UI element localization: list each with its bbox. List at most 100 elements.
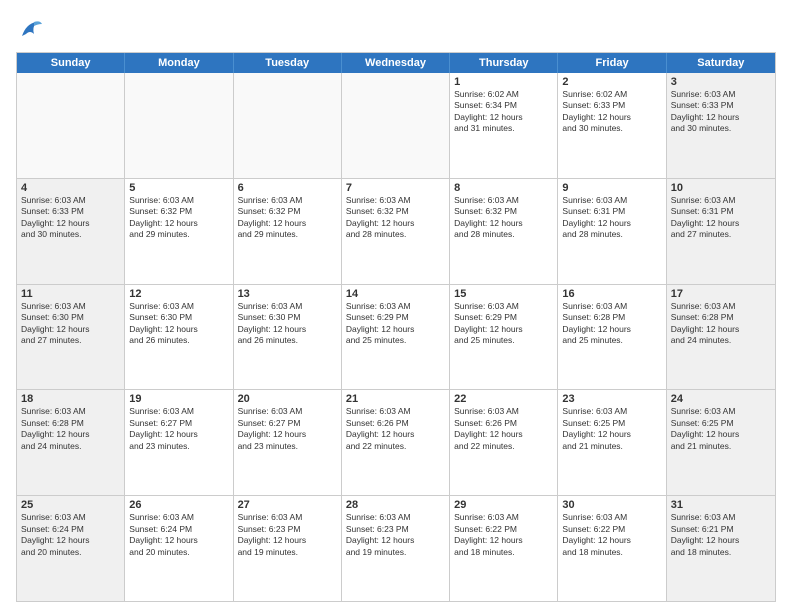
day-number: 22 bbox=[454, 393, 553, 405]
day-cell-16: 16Sunrise: 6:03 AM Sunset: 6:28 PM Dayli… bbox=[558, 285, 666, 390]
cell-info: Sunrise: 6:03 AM Sunset: 6:32 PM Dayligh… bbox=[129, 195, 228, 241]
day-cell-7: 7Sunrise: 6:03 AM Sunset: 6:32 PM Daylig… bbox=[342, 179, 450, 284]
day-number: 30 bbox=[562, 499, 661, 511]
cell-info: Sunrise: 6:03 AM Sunset: 6:26 PM Dayligh… bbox=[454, 406, 553, 452]
day-number: 24 bbox=[671, 393, 771, 405]
day-number: 31 bbox=[671, 499, 771, 511]
day-number: 5 bbox=[129, 182, 228, 194]
calendar-week-3: 11Sunrise: 6:03 AM Sunset: 6:30 PM Dayli… bbox=[17, 285, 775, 391]
day-number: 13 bbox=[238, 288, 337, 300]
header-day-thursday: Thursday bbox=[450, 53, 558, 73]
day-number: 4 bbox=[21, 182, 120, 194]
cell-info: Sunrise: 6:03 AM Sunset: 6:29 PM Dayligh… bbox=[346, 301, 445, 347]
day-cell-6: 6Sunrise: 6:03 AM Sunset: 6:32 PM Daylig… bbox=[234, 179, 342, 284]
empty-cell bbox=[125, 73, 233, 178]
empty-cell bbox=[342, 73, 450, 178]
header-day-tuesday: Tuesday bbox=[234, 53, 342, 73]
calendar: SundayMondayTuesdayWednesdayThursdayFrid… bbox=[16, 52, 776, 602]
day-number: 2 bbox=[562, 76, 661, 88]
cell-info: Sunrise: 6:03 AM Sunset: 6:21 PM Dayligh… bbox=[671, 512, 771, 558]
header-day-monday: Monday bbox=[125, 53, 233, 73]
cell-info: Sunrise: 6:03 AM Sunset: 6:30 PM Dayligh… bbox=[238, 301, 337, 347]
day-number: 8 bbox=[454, 182, 553, 194]
day-number: 1 bbox=[454, 76, 553, 88]
day-cell-21: 21Sunrise: 6:03 AM Sunset: 6:26 PM Dayli… bbox=[342, 390, 450, 495]
empty-cell bbox=[234, 73, 342, 178]
day-cell-3: 3Sunrise: 6:03 AM Sunset: 6:33 PM Daylig… bbox=[667, 73, 775, 178]
cell-info: Sunrise: 6:02 AM Sunset: 6:33 PM Dayligh… bbox=[562, 89, 661, 135]
cell-info: Sunrise: 6:03 AM Sunset: 6:32 PM Dayligh… bbox=[454, 195, 553, 241]
cell-info: Sunrise: 6:03 AM Sunset: 6:24 PM Dayligh… bbox=[21, 512, 120, 558]
cell-info: Sunrise: 6:03 AM Sunset: 6:23 PM Dayligh… bbox=[238, 512, 337, 558]
day-cell-13: 13Sunrise: 6:03 AM Sunset: 6:30 PM Dayli… bbox=[234, 285, 342, 390]
cell-info: Sunrise: 6:03 AM Sunset: 6:26 PM Dayligh… bbox=[346, 406, 445, 452]
day-number: 19 bbox=[129, 393, 228, 405]
day-cell-10: 10Sunrise: 6:03 AM Sunset: 6:31 PM Dayli… bbox=[667, 179, 775, 284]
day-number: 29 bbox=[454, 499, 553, 511]
header-day-sunday: Sunday bbox=[17, 53, 125, 73]
day-cell-25: 25Sunrise: 6:03 AM Sunset: 6:24 PM Dayli… bbox=[17, 496, 125, 601]
cell-info: Sunrise: 6:03 AM Sunset: 6:22 PM Dayligh… bbox=[454, 512, 553, 558]
cell-info: Sunrise: 6:03 AM Sunset: 6:32 PM Dayligh… bbox=[238, 195, 337, 241]
cell-info: Sunrise: 6:03 AM Sunset: 6:25 PM Dayligh… bbox=[671, 406, 771, 452]
cell-info: Sunrise: 6:03 AM Sunset: 6:30 PM Dayligh… bbox=[21, 301, 120, 347]
empty-cell bbox=[17, 73, 125, 178]
day-cell-9: 9Sunrise: 6:03 AM Sunset: 6:31 PM Daylig… bbox=[558, 179, 666, 284]
day-cell-14: 14Sunrise: 6:03 AM Sunset: 6:29 PM Dayli… bbox=[342, 285, 450, 390]
header-day-friday: Friday bbox=[558, 53, 666, 73]
cell-info: Sunrise: 6:03 AM Sunset: 6:28 PM Dayligh… bbox=[671, 301, 771, 347]
logo-icon bbox=[16, 16, 44, 44]
day-number: 17 bbox=[671, 288, 771, 300]
calendar-week-2: 4Sunrise: 6:03 AM Sunset: 6:33 PM Daylig… bbox=[17, 179, 775, 285]
day-cell-8: 8Sunrise: 6:03 AM Sunset: 6:32 PM Daylig… bbox=[450, 179, 558, 284]
cell-info: Sunrise: 6:03 AM Sunset: 6:23 PM Dayligh… bbox=[346, 512, 445, 558]
day-cell-31: 31Sunrise: 6:03 AM Sunset: 6:21 PM Dayli… bbox=[667, 496, 775, 601]
cell-info: Sunrise: 6:03 AM Sunset: 6:31 PM Dayligh… bbox=[562, 195, 661, 241]
calendar-header-row: SundayMondayTuesdayWednesdayThursdayFrid… bbox=[17, 53, 775, 73]
day-cell-17: 17Sunrise: 6:03 AM Sunset: 6:28 PM Dayli… bbox=[667, 285, 775, 390]
day-cell-15: 15Sunrise: 6:03 AM Sunset: 6:29 PM Dayli… bbox=[450, 285, 558, 390]
day-number: 27 bbox=[238, 499, 337, 511]
day-cell-23: 23Sunrise: 6:03 AM Sunset: 6:25 PM Dayli… bbox=[558, 390, 666, 495]
calendar-week-4: 18Sunrise: 6:03 AM Sunset: 6:28 PM Dayli… bbox=[17, 390, 775, 496]
day-number: 26 bbox=[129, 499, 228, 511]
day-number: 16 bbox=[562, 288, 661, 300]
day-cell-27: 27Sunrise: 6:03 AM Sunset: 6:23 PM Dayli… bbox=[234, 496, 342, 601]
day-number: 20 bbox=[238, 393, 337, 405]
day-number: 12 bbox=[129, 288, 228, 300]
day-cell-28: 28Sunrise: 6:03 AM Sunset: 6:23 PM Dayli… bbox=[342, 496, 450, 601]
calendar-week-1: 1Sunrise: 6:02 AM Sunset: 6:34 PM Daylig… bbox=[17, 73, 775, 179]
cell-info: Sunrise: 6:03 AM Sunset: 6:30 PM Dayligh… bbox=[129, 301, 228, 347]
cell-info: Sunrise: 6:03 AM Sunset: 6:31 PM Dayligh… bbox=[671, 195, 771, 241]
day-number: 15 bbox=[454, 288, 553, 300]
page: SundayMondayTuesdayWednesdayThursdayFrid… bbox=[0, 0, 792, 612]
cell-info: Sunrise: 6:03 AM Sunset: 6:32 PM Dayligh… bbox=[346, 195, 445, 241]
day-number: 28 bbox=[346, 499, 445, 511]
day-cell-20: 20Sunrise: 6:03 AM Sunset: 6:27 PM Dayli… bbox=[234, 390, 342, 495]
cell-info: Sunrise: 6:03 AM Sunset: 6:22 PM Dayligh… bbox=[562, 512, 661, 558]
day-cell-12: 12Sunrise: 6:03 AM Sunset: 6:30 PM Dayli… bbox=[125, 285, 233, 390]
day-number: 23 bbox=[562, 393, 661, 405]
day-number: 14 bbox=[346, 288, 445, 300]
day-cell-29: 29Sunrise: 6:03 AM Sunset: 6:22 PM Dayli… bbox=[450, 496, 558, 601]
day-cell-11: 11Sunrise: 6:03 AM Sunset: 6:30 PM Dayli… bbox=[17, 285, 125, 390]
day-cell-19: 19Sunrise: 6:03 AM Sunset: 6:27 PM Dayli… bbox=[125, 390, 233, 495]
day-number: 3 bbox=[671, 76, 771, 88]
day-cell-18: 18Sunrise: 6:03 AM Sunset: 6:28 PM Dayli… bbox=[17, 390, 125, 495]
header-day-wednesday: Wednesday bbox=[342, 53, 450, 73]
cell-info: Sunrise: 6:03 AM Sunset: 6:33 PM Dayligh… bbox=[671, 89, 771, 135]
cell-info: Sunrise: 6:03 AM Sunset: 6:27 PM Dayligh… bbox=[238, 406, 337, 452]
day-cell-30: 30Sunrise: 6:03 AM Sunset: 6:22 PM Dayli… bbox=[558, 496, 666, 601]
cell-info: Sunrise: 6:03 AM Sunset: 6:25 PM Dayligh… bbox=[562, 406, 661, 452]
calendar-week-5: 25Sunrise: 6:03 AM Sunset: 6:24 PM Dayli… bbox=[17, 496, 775, 601]
cell-info: Sunrise: 6:03 AM Sunset: 6:29 PM Dayligh… bbox=[454, 301, 553, 347]
day-number: 10 bbox=[671, 182, 771, 194]
day-number: 25 bbox=[21, 499, 120, 511]
cell-info: Sunrise: 6:03 AM Sunset: 6:27 PM Dayligh… bbox=[129, 406, 228, 452]
day-number: 11 bbox=[21, 288, 120, 300]
cell-info: Sunrise: 6:03 AM Sunset: 6:24 PM Dayligh… bbox=[129, 512, 228, 558]
day-number: 9 bbox=[562, 182, 661, 194]
day-number: 21 bbox=[346, 393, 445, 405]
calendar-body: 1Sunrise: 6:02 AM Sunset: 6:34 PM Daylig… bbox=[17, 73, 775, 601]
day-number: 18 bbox=[21, 393, 120, 405]
